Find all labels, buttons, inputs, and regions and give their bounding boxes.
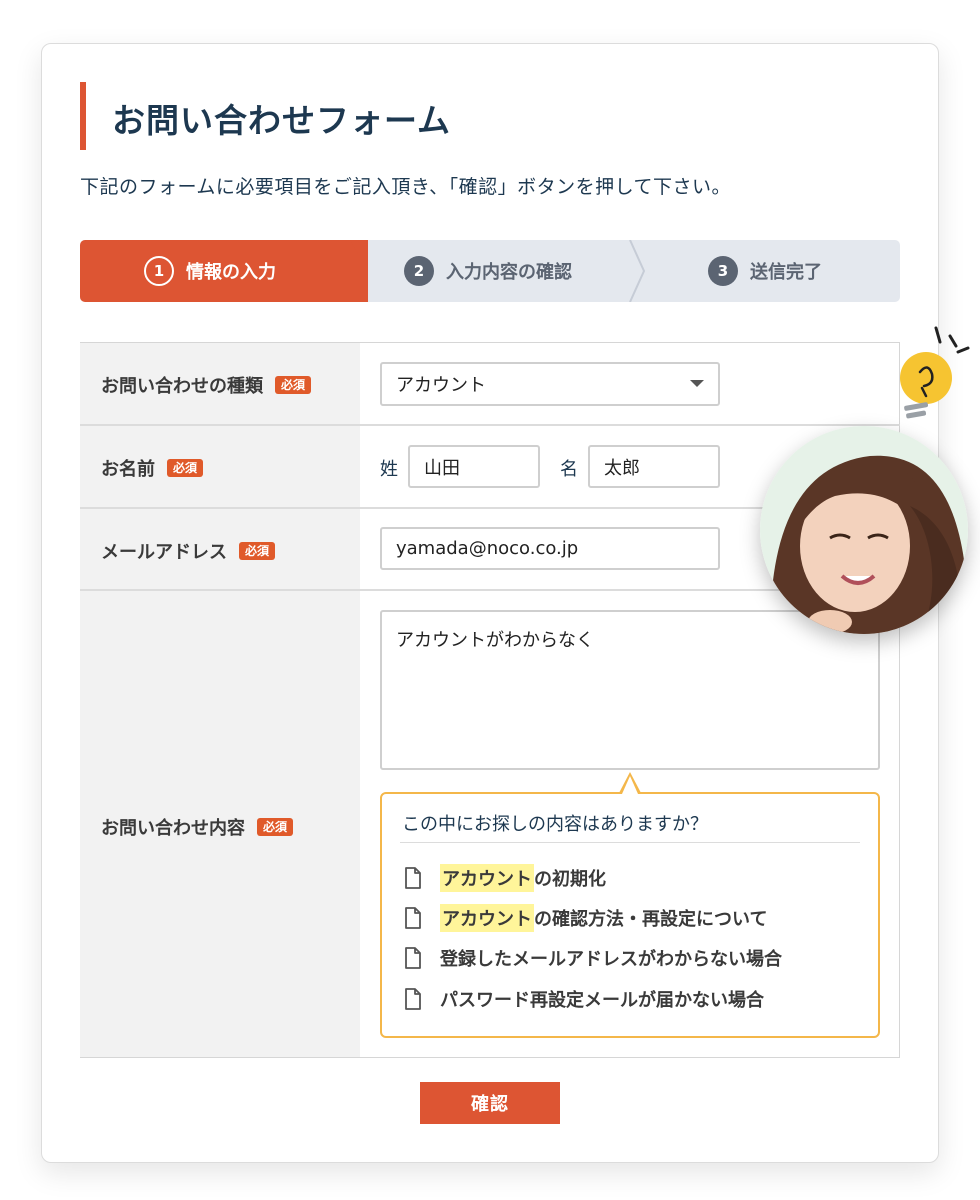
step-active-arrow: [350, 240, 368, 302]
last-name-input[interactable]: 山田: [408, 445, 540, 488]
content-textarea[interactable]: アカウントがわからなく: [380, 610, 880, 770]
suggestion-divider: [400, 842, 860, 843]
select-caret-icon: [690, 380, 704, 387]
inquiry-type-value: アカウント: [396, 375, 486, 396]
document-icon: [405, 907, 421, 929]
suggestion-highlight: アカウント: [440, 864, 534, 892]
step-2-number: 2: [404, 256, 434, 286]
last-name-label: 姓: [380, 459, 398, 480]
suggestion-item[interactable]: アカウント の初期化: [404, 864, 606, 892]
step-1: 1 情報の入力: [144, 240, 276, 302]
inquiry-type-label-text: お問い合わせの種類: [101, 376, 263, 397]
suggestion-text: パスワード再設定メールが届かない場合: [440, 990, 764, 1011]
document-icon: [405, 988, 421, 1010]
step-3-label: 送信完了: [750, 262, 822, 283]
page-title: お問い合わせフォーム: [112, 101, 452, 140]
suggestion-item[interactable]: アカウント の確認方法・再設定について: [404, 904, 767, 932]
inquiry-type-select[interactable]: アカウント: [380, 362, 720, 406]
first-name-input[interactable]: 太郎: [588, 445, 720, 488]
name-label: お名前 必須: [101, 455, 204, 481]
required-badge: 必須: [257, 818, 294, 836]
suggestion-heading: この中にお探しの内容はありますか？: [402, 814, 708, 835]
row-divider: [80, 424, 900, 426]
lightbulb-icon: [900, 326, 970, 419]
email-value: yamada@noco.co.jp: [396, 538, 579, 559]
suggestion-text: の確認方法・再設定について: [534, 909, 768, 930]
last-name-value: 山田: [424, 457, 460, 479]
first-name-label: 名: [560, 459, 578, 480]
progress-stepper: 1 情報の入力 2 入力内容の確認 3 送信完了: [80, 240, 900, 302]
step-2-label: 入力内容の確認: [446, 262, 572, 283]
lead-text: 下記のフォームに必要項目をご記入頂き、「確認」ボタンを押して下さい。: [80, 176, 732, 198]
step-1-number: 1: [144, 256, 174, 286]
step-1-label: 情報の入力: [186, 262, 276, 283]
document-icon: [405, 947, 421, 969]
suggestion-highlight: アカウント: [440, 904, 534, 932]
required-badge: 必須: [167, 459, 204, 477]
row-divider: [80, 589, 900, 591]
confirm-button[interactable]: 確認: [420, 1082, 560, 1124]
step-2: 2 入力内容の確認: [404, 240, 572, 302]
step-3: 3 送信完了: [708, 240, 822, 302]
required-badge: 必須: [275, 376, 312, 394]
content-label-text: お問い合わせ内容: [101, 818, 245, 839]
suggestion-item[interactable]: パスワード再設定メールが届かない場合: [404, 986, 764, 1012]
content-value: アカウントがわからなく: [396, 630, 594, 651]
email-label: メールアドレス 必須: [101, 538, 276, 564]
suggestion-pointer-fill: [622, 776, 638, 794]
suggestion-text: 登録したメールアドレスがわからない場合: [440, 949, 782, 970]
name-label-text: お名前: [101, 459, 155, 480]
title-accent-bar: [80, 82, 86, 150]
required-badge: 必須: [239, 542, 276, 560]
email-input[interactable]: yamada@noco.co.jp: [380, 527, 720, 570]
suggestion-text: の初期化: [534, 869, 606, 890]
avatar: [760, 426, 968, 634]
inquiry-type-label: お問い合わせの種類 必須: [101, 372, 312, 398]
document-icon: [405, 867, 421, 889]
step-separator: [629, 240, 646, 302]
avatar-illustration: [760, 426, 968, 634]
content-label: お問い合わせ内容 必須: [101, 814, 294, 840]
step-3-number: 3: [708, 256, 738, 286]
first-name-value: 太郎: [604, 457, 640, 479]
email-label-text: メールアドレス: [101, 542, 227, 563]
suggestion-item[interactable]: 登録したメールアドレスがわからない場合: [404, 945, 782, 971]
